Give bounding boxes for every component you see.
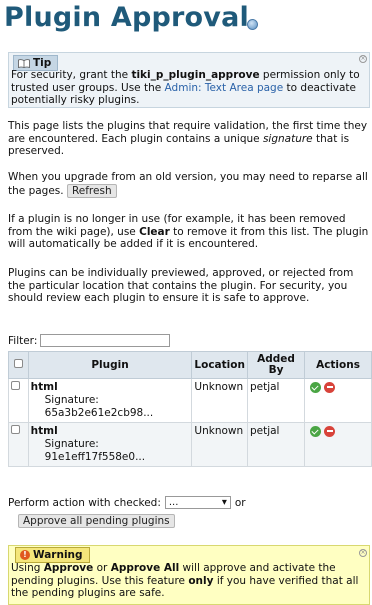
added-by-cell: petjal — [246, 422, 306, 467]
column-header-actions: Actions — [304, 351, 372, 379]
intro-paragraph-4: Plugins can be individually previewed, a… — [8, 267, 370, 305]
warning-label: Warning — [33, 548, 83, 561]
warning-header: ! Warning — [15, 547, 90, 563]
row-select-cell — [8, 422, 29, 467]
tip-label: Tip — [33, 56, 52, 69]
tip-box: Tip × For security, grant the tiki_p_plu… — [8, 52, 370, 108]
page: Plugin Approval Tip × For security, gran… — [0, 0, 372, 605]
page-title: Plugin Approval — [4, 2, 249, 33]
plugin-name: html — [30, 381, 58, 393]
warning-strong: Approve — [43, 562, 94, 574]
warning-strong: Approve All — [110, 562, 180, 574]
warning-icon: ! — [20, 550, 30, 560]
signature-label: Signature: — [44, 394, 99, 406]
filter-label: Filter: — [8, 334, 38, 347]
intro-text: Plugins can be individually previewed, a… — [8, 267, 354, 304]
row-checkbox[interactable] — [11, 425, 20, 434]
signature-label: Signature: — [44, 438, 99, 450]
chevron-down-icon: ▾ — [221, 497, 227, 508]
approve-all-button[interactable]: Approve all pending plugins — [18, 514, 175, 528]
table-header-row: Plugin Location Added By Actions — [8, 351, 372, 379]
plugin-cell: html Signature: 91e1eff17f558e0... — [27, 422, 193, 467]
close-icon[interactable]: × — [359, 55, 367, 63]
bulk-action-select[interactable]: ... ▾ — [164, 496, 231, 509]
intro-paragraph-1: This page lists the plugins that require… — [8, 120, 370, 158]
bulk-action-label: Perform action with checked: — [8, 496, 161, 509]
approve-icon[interactable] — [310, 425, 322, 437]
tip-permission: tiki_p_plugin_approve — [131, 69, 260, 81]
warning-text: Using Approve or Approve All will approv… — [11, 562, 367, 600]
warning-text-part: or — [93, 562, 111, 574]
book-icon — [18, 58, 30, 68]
added-by-cell: petjal — [246, 378, 306, 423]
reject-icon[interactable] — [324, 425, 336, 437]
close-icon[interactable]: × — [359, 549, 367, 557]
signature-value: 65a3b2e61e2cb98... — [44, 407, 154, 419]
approve-icon[interactable] — [310, 381, 322, 393]
intro-paragraph-3: If a plugin is no longer in use (for exa… — [8, 213, 370, 251]
warning-strong: only — [188, 574, 214, 587]
location-cell: Unknown — [191, 378, 248, 423]
column-header-added-by[interactable]: Added By — [246, 351, 306, 379]
intro-emphasis: signature — [262, 132, 313, 145]
reject-icon[interactable] — [324, 381, 336, 393]
bulk-action-row: Perform action with checked: ... ▾ or — [8, 496, 246, 509]
tip-text: For security, grant the tiki_p_plugin_ap… — [11, 69, 367, 107]
row-checkbox[interactable] — [11, 381, 20, 390]
admin-text-area-link[interactable]: Admin: Text Area page — [165, 82, 284, 94]
signature-value: 91e1eff17f558e0... — [44, 451, 146, 463]
table-row: html Signature: 91e1eff17f558e0... Unkno… — [8, 422, 372, 467]
intro-text: When you upgrade from an old version, yo… — [8, 171, 368, 197]
column-header-plugin[interactable]: Plugin — [27, 351, 193, 379]
actions-cell — [304, 378, 372, 423]
plugin-name: html — [30, 425, 58, 437]
tip-text-part: For security, grant the — [11, 69, 132, 81]
select-all-cell — [8, 351, 29, 379]
column-header-location[interactable]: Location — [191, 351, 248, 379]
plugins-table: Plugin Location Added By Actions html Si… — [8, 351, 372, 467]
intro-paragraph-2: When you upgrade from an old version, yo… — [8, 171, 370, 198]
intro-strong: Clear — [139, 225, 170, 238]
filter-row: Filter: — [8, 334, 171, 347]
bulk-action-selected: ... — [168, 497, 179, 508]
select-all-checkbox[interactable] — [13, 359, 23, 368]
actions-cell — [304, 422, 372, 467]
filter-input[interactable] — [40, 334, 171, 347]
help-icon[interactable] — [247, 19, 258, 30]
refresh-button[interactable]: Refresh — [66, 183, 117, 198]
row-select-cell — [8, 378, 29, 423]
table-row: html Signature: 65a3b2e61e2cb98... Unkno… — [8, 378, 372, 423]
bulk-or-text: or — [234, 496, 246, 509]
location-cell: Unknown — [191, 422, 248, 467]
warning-text-part: Using — [11, 562, 44, 574]
plugin-cell: html Signature: 65a3b2e61e2cb98... — [27, 378, 193, 423]
warning-box: ! Warning × Using Approve or Approve All… — [8, 545, 370, 605]
